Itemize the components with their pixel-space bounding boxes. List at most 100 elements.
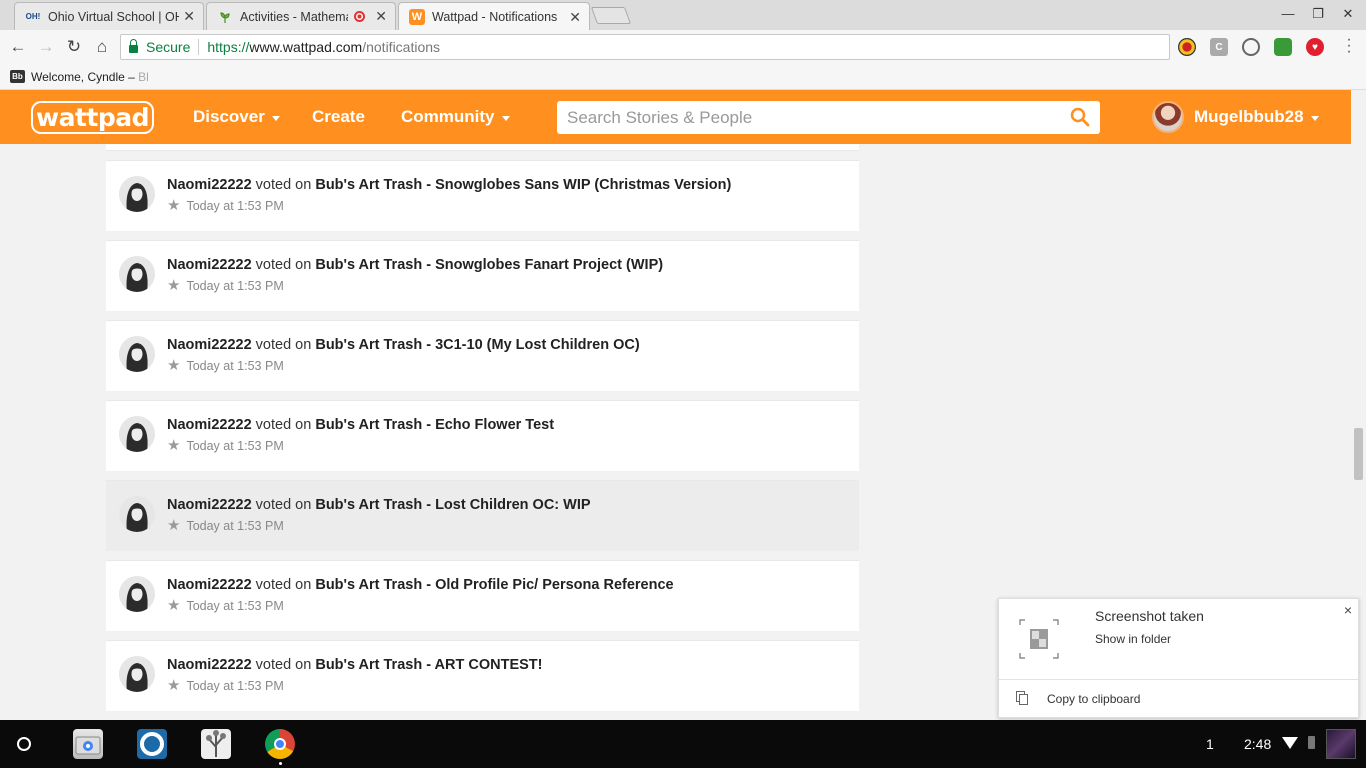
tab-ohio-virtual-school[interactable]: OH! Ohio Virtual School | OHVA ✕	[14, 2, 204, 30]
user-avatar[interactable]	[1152, 101, 1184, 133]
wattpad-header: wattpad Discover Create Community Mugelb…	[0, 90, 1351, 144]
home-icon[interactable]: ⌂	[91, 36, 113, 58]
notification-user[interactable]: Naomi22222	[167, 577, 252, 593]
scrollbar-thumb[interactable]	[1354, 428, 1363, 480]
notification-card[interactable]: Naomi22222 voted on Bub's Art Trash - AR…	[106, 640, 859, 711]
show-in-folder-link[interactable]: Show in folder	[1095, 632, 1171, 646]
user-avatar[interactable]	[119, 656, 155, 692]
notification-story[interactable]: Bub's Art Trash - Old Profile Pic/ Perso…	[315, 577, 673, 593]
notification-time: Today at 1:53 PM	[186, 359, 284, 373]
launcher-icon[interactable]	[17, 737, 31, 751]
notification-card[interactable]: Naomi22222 voted on Bub's Art Trash - Sn…	[106, 240, 859, 311]
notification-story[interactable]: Bub's Art Trash - 3C1-10 (My Lost Childr…	[315, 337, 639, 353]
notification-user[interactable]: Naomi22222	[167, 417, 252, 433]
url-path: /notifications	[362, 39, 441, 55]
notification-action: voted on	[255, 177, 312, 193]
account-avatar[interactable]	[1326, 729, 1356, 759]
new-tab-button[interactable]	[590, 7, 632, 24]
forward-arrow-icon[interactable]: →	[35, 36, 57, 58]
user-avatar[interactable]	[119, 336, 155, 372]
user-avatar[interactable]	[119, 576, 155, 612]
notification-story[interactable]: Bub's Art Trash - Echo Flower Test	[315, 417, 554, 433]
star-icon: ★	[167, 197, 181, 214]
reload-icon[interactable]: ↻	[63, 36, 85, 58]
notification-title: Screenshot taken	[1095, 608, 1204, 624]
files-app-icon[interactable]	[73, 729, 103, 759]
user-avatar[interactable]	[119, 256, 155, 292]
search-box	[557, 101, 1100, 134]
notification-story[interactable]: Bub's Art Trash - Lost Children OC: WIP	[315, 497, 590, 513]
bookmark-welcome[interactable]: Welcome, Cyndle – Bl	[31, 70, 149, 84]
wattpad-logo[interactable]: wattpad	[31, 101, 154, 134]
user-avatar[interactable]	[119, 176, 155, 212]
notification-story[interactable]: Bub's Art Trash - ART CONTEST!	[315, 657, 542, 673]
screenshot-icon	[1019, 619, 1059, 659]
notification-time: Today at 1:53 PM	[186, 439, 284, 453]
username: Mugelbbub28	[1194, 107, 1304, 126]
notification-user[interactable]: Naomi22222	[167, 657, 252, 673]
clock[interactable]: 2:48	[1244, 736, 1271, 752]
close-window-icon[interactable]: ✕	[1340, 6, 1356, 22]
notification-card[interactable]: Naomi22222 voted on Bub's Art Trash - 3C…	[106, 320, 859, 391]
notification-meta: ★ Today at 1:53 PM	[167, 517, 284, 534]
tab-activities-mathematics[interactable]: Activities - Mathematics ✕	[206, 2, 396, 30]
url-scheme: https://	[207, 39, 250, 55]
notification-card[interactable]: Naomi22222 voted on Bub's Art Trash - Lo…	[106, 480, 859, 551]
notification-user[interactable]: Naomi22222	[167, 497, 252, 513]
star-icon: ★	[167, 677, 181, 694]
notification-user[interactable]: Naomi22222	[167, 337, 252, 353]
notification-card[interactable]: Naomi22222 voted on Bub's Art Trash - Sn…	[106, 160, 859, 231]
extension-heart-icon[interactable]: ♥	[1306, 38, 1324, 56]
chrome-menu-icon[interactable]: · · ·	[1344, 32, 1354, 60]
nav-create[interactable]: Create	[312, 107, 365, 127]
extension-eye-icon[interactable]	[1178, 38, 1196, 56]
notification-text: Naomi22222 voted on Bub's Art Trash - Ec…	[167, 417, 554, 433]
bookmark-label-faded: Bl	[138, 69, 149, 84]
plant-favicon-icon	[217, 9, 233, 25]
nav-discover[interactable]: Discover	[193, 107, 280, 127]
tab-title: Wattpad - Notifications	[432, 10, 558, 24]
extension-frog-icon[interactable]	[1274, 38, 1292, 56]
back-arrow-icon[interactable]: ←	[7, 36, 29, 58]
nav-discover-label: Discover	[193, 107, 265, 126]
blackboard-bookmark-icon: Bb	[10, 70, 25, 83]
classroom-tree-app-icon[interactable]	[201, 729, 231, 759]
notification-text: Naomi22222 voted on Bub's Art Trash - 3C…	[167, 337, 640, 353]
tab-wattpad-notifications[interactable]: W Wattpad - Notifications ✕	[398, 2, 590, 31]
notification-text: Naomi22222 voted on Bub's Art Trash - Lo…	[167, 497, 591, 513]
extension-c-icon[interactable]: C	[1210, 38, 1228, 56]
nav-community[interactable]: Community	[401, 107, 510, 127]
wifi-icon[interactable]	[1282, 737, 1298, 749]
notification-card[interactable]: Naomi22222 voted on Bub's Art Trash - Ol…	[106, 560, 859, 631]
notification-user[interactable]: Naomi22222	[167, 177, 252, 193]
url-host: www.wattpad.com	[249, 39, 363, 55]
tab-title: Ohio Virtual School | OHVA	[48, 9, 180, 24]
copy-to-clipboard-button[interactable]: Copy to clipboard	[1047, 692, 1140, 706]
minimize-icon[interactable]: —	[1280, 6, 1296, 21]
close-tab-icon[interactable]: ✕	[375, 8, 387, 25]
notification-story[interactable]: Bub's Art Trash - Snowglobes Sans WIP (C…	[315, 177, 731, 193]
chrome-app-icon[interactable]	[265, 729, 295, 759]
search-icon[interactable]	[1070, 107, 1090, 127]
notification-action: voted on	[255, 257, 312, 273]
chevron-down-icon	[1310, 115, 1319, 121]
close-tab-icon[interactable]: ✕	[569, 9, 581, 26]
extension-aperture-icon[interactable]	[1242, 38, 1260, 56]
user-avatar[interactable]	[119, 416, 155, 452]
user-menu[interactable]: Mugelbbub28	[1194, 107, 1319, 127]
search-input[interactable]	[567, 107, 1047, 128]
notification-card[interactable]: Naomi22222 voted on Bub's Art Trash - Ec…	[106, 400, 859, 471]
user-avatar[interactable]	[119, 496, 155, 532]
notification-user[interactable]: Naomi22222	[167, 257, 252, 273]
outlook-app-icon[interactable]	[137, 729, 167, 759]
restore-window-icon[interactable]: ❐	[1310, 6, 1326, 22]
close-icon[interactable]: ×	[1344, 602, 1352, 618]
notification-story[interactable]: Bub's Art Trash - Snowglobes Fanart Proj…	[315, 257, 663, 273]
notification-meta: ★ Today at 1:53 PM	[167, 438, 284, 453]
star-icon: ★	[167, 517, 181, 534]
battery-icon[interactable]	[1308, 736, 1315, 749]
address-bar[interactable]: Secure https:// www.wattpad.com /notific…	[120, 34, 1170, 60]
notification-meta: ★ Today at 1:53 PM	[167, 358, 284, 373]
notification-count[interactable]: 1	[1206, 736, 1214, 752]
close-tab-icon[interactable]: ✕	[183, 8, 195, 25]
